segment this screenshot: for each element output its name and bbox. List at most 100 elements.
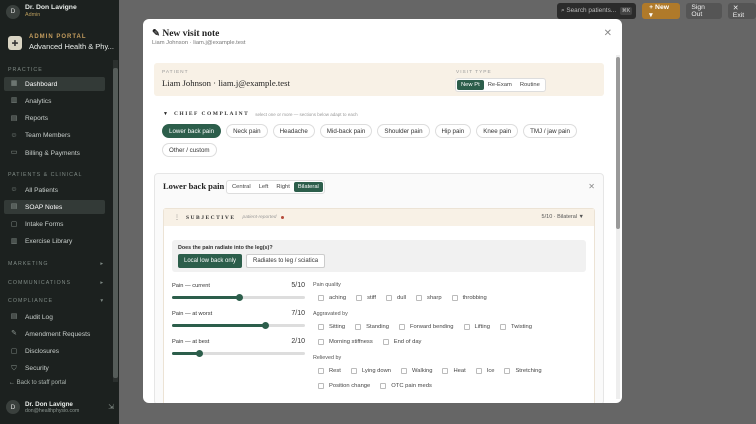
section-communications[interactable]: COMMUNICATIONS ▸ — [8, 280, 104, 286]
sidebar-item-all-patients[interactable]: ☺ All Patients — [4, 183, 105, 197]
checkbox[interactable] — [356, 295, 363, 301]
complaint-chip[interactable]: Headache — [272, 124, 315, 138]
exit-button[interactable]: ✕ Exit — [727, 3, 756, 19]
checkbox[interactable] — [416, 295, 423, 301]
radiates-leg-button[interactable]: Radiates to leg / sciatica — [246, 254, 326, 268]
checkbox-option[interactable]: Position change — [318, 383, 370, 389]
checkbox-option[interactable]: Ice — [475, 368, 494, 374]
chief-complaint-header[interactable]: ▼ CHIEF COMPLAINT select one or more — s… — [163, 111, 358, 117]
sidebar-item-reports[interactable]: ▤ Reports — [4, 112, 105, 126]
visit-type-new-pt[interactable]: New Pt — [457, 80, 484, 90]
sidebar-scrollbar[interactable] — [113, 60, 118, 382]
checkbox-option[interactable]: End of day — [382, 339, 421, 345]
checkbox-option[interactable]: throbbing — [451, 295, 487, 301]
close-icon[interactable]: ✕ — [604, 28, 612, 39]
modal-scrollbar[interactable] — [616, 55, 620, 399]
complaint-chip[interactable]: Shoulder pain — [377, 124, 430, 138]
checkbox-option[interactable]: Standing — [355, 324, 389, 330]
side-bilateral[interactable]: Bilateral — [293, 182, 323, 192]
checkbox[interactable] — [355, 324, 362, 330]
user-footer[interactable]: D Dr. Don Lavigne don@healthphysio.com ⇲ — [6, 400, 114, 414]
checkbox[interactable] — [318, 324, 324, 330]
checkbox[interactable] — [318, 295, 324, 301]
checkbox-option[interactable]: Forward bending — [399, 324, 454, 330]
pain-slider-knob[interactable] — [235, 294, 243, 301]
visit-type-re-exam[interactable]: Re-Exam — [484, 80, 516, 90]
sidebar-item-analytics[interactable]: ▥ Analytics — [4, 94, 105, 108]
local-back-button[interactable]: Local low back only — [178, 254, 243, 268]
complaint-chip[interactable]: Neck pain — [226, 124, 268, 138]
complaint-chip[interactable]: Hip pain — [434, 124, 472, 138]
checkbox[interactable] — [380, 383, 387, 389]
sidebar-item-disclosures[interactable]: ▢ Disclosures — [4, 345, 105, 359]
checkbox[interactable] — [318, 383, 324, 389]
checkbox[interactable] — [318, 368, 324, 374]
sidebar-item-soap-notes[interactable]: ▤ SOAP Notes — [4, 200, 105, 215]
pain-slider-knob[interactable] — [195, 350, 203, 357]
checkbox[interactable] — [500, 324, 507, 330]
complaint-chip[interactable]: Lower back pain — [162, 124, 222, 138]
sidebar-item-security[interactable]: ⛉ Security — [4, 362, 105, 376]
visit-type-routine[interactable]: Routine — [516, 80, 544, 90]
sidebar-item-team-members[interactable]: ☺ Team Members — [4, 129, 105, 143]
pain-slider-track[interactable] — [172, 294, 305, 301]
back-to-staff-link[interactable]: ← Back to staff portal — [9, 380, 66, 386]
side-left[interactable]: Left — [255, 182, 273, 192]
sidebar-item-audit-log[interactable]: ▤ Audit Log — [4, 310, 105, 324]
pain-slider-track[interactable] — [172, 322, 305, 329]
subjective-header[interactable]: ⋮ SUBJECTIVE patient-reported 5/10 · Bil… — [164, 209, 594, 226]
sidebar-item-dashboard[interactable]: ▦ Dashboard — [4, 77, 105, 91]
checkbox-option[interactable]: Rest — [318, 368, 341, 374]
checkbox-option[interactable]: OTC pain meds — [380, 383, 432, 389]
sidebar-item-billing-payments[interactable]: ▭ Billing & Payments — [4, 146, 105, 160]
checkbox[interactable] — [399, 324, 406, 330]
checkbox[interactable] — [463, 324, 470, 330]
pain-slider[interactable]: Pain — at best 2/10 — [172, 338, 305, 357]
checkbox-option[interactable]: Sitting — [318, 324, 345, 330]
pain-slider-knob[interactable] — [262, 322, 270, 329]
checkbox[interactable] — [504, 368, 511, 374]
sidebar-item-amendment-requests[interactable]: ✎ Amendment Requests — [4, 327, 105, 341]
complaint-chip[interactable]: Mid-back pain — [319, 124, 373, 138]
checkbox-option[interactable]: Heat — [442, 368, 466, 374]
section-compliance[interactable]: COMPLIANCE ▾ — [8, 298, 104, 304]
checkbox-option[interactable]: Lifting — [463, 324, 490, 330]
checkbox[interactable] — [382, 339, 389, 345]
checkbox-option[interactable]: Lying down — [350, 368, 391, 374]
checkbox[interactable] — [475, 368, 482, 374]
checkbox-option[interactable]: aching — [318, 295, 346, 301]
checkbox[interactable] — [318, 339, 324, 345]
pain-slider[interactable]: Pain — at worst 7/10 — [172, 310, 305, 329]
sidebar-item-intake-forms[interactable]: ▢ Intake Forms — [4, 218, 105, 232]
new-button[interactable]: + New ▾ — [642, 3, 681, 19]
checkbox[interactable] — [451, 295, 458, 301]
side-right[interactable]: Right — [272, 182, 294, 192]
chevron-down-icon[interactable]: ▼ — [579, 214, 584, 220]
checkbox-option[interactable]: Walking — [401, 368, 432, 374]
side-central[interactable]: Central — [228, 182, 255, 192]
pain-slider-track[interactable] — [172, 350, 305, 357]
checkbox-option[interactable]: Twisting — [500, 324, 532, 330]
sidebar-item-exercise-library[interactable]: ▥ Exercise Library — [4, 235, 105, 249]
checkbox-option[interactable]: stiff — [356, 295, 376, 301]
checkbox[interactable] — [350, 368, 357, 374]
checkbox-option[interactable]: Stretching — [504, 368, 542, 374]
logout-icon[interactable]: ⇲ — [108, 403, 114, 411]
checkbox-option[interactable]: sharp — [416, 295, 442, 301]
checkbox[interactable] — [386, 295, 393, 301]
section-marketing[interactable]: MARKETING ▸ — [8, 261, 104, 267]
close-icon[interactable]: ✕ — [588, 182, 595, 191]
checkbox[interactable] — [401, 368, 408, 374]
user-header[interactable]: D Dr. Don Lavigne Admin — [6, 4, 77, 19]
sign-out-button[interactable]: Sign Out — [686, 3, 722, 19]
complaint-chip[interactable]: Knee pain — [476, 124, 519, 138]
pain-slider[interactable]: Pain — current 5/10 — [172, 282, 305, 301]
checkbox-option[interactable]: Morning stiffness — [318, 339, 373, 345]
search-input[interactable]: ⌕ Search patients... ⌘K — [557, 3, 637, 19]
checkbox[interactable] — [442, 368, 449, 374]
complaint-chip[interactable]: TMJ / jaw pain — [523, 124, 577, 138]
complaint-chip[interactable]: Other / custom — [162, 143, 217, 157]
region-title: Lower back pain — [163, 181, 225, 191]
checkbox-option[interactable]: dull — [386, 295, 406, 301]
drag-handle-icon[interactable]: ⋮ — [174, 214, 180, 221]
